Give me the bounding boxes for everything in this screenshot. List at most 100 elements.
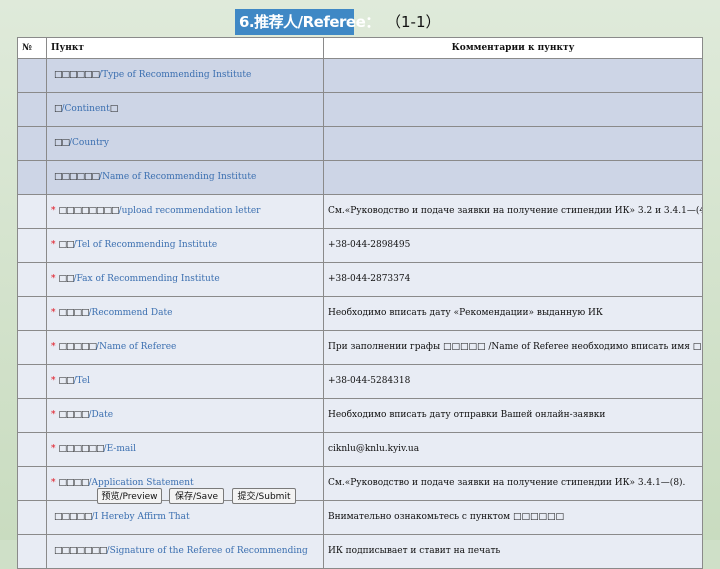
field-name-english: /Tel: [73, 376, 91, 386]
comment-cell: [323, 160, 703, 195]
form-button-bar: 预览/Preview 保存/Save 提交/Submit: [97, 485, 296, 507]
row-number-cell: [17, 296, 47, 331]
required-marker: *: [51, 342, 56, 352]
field-name-chinese: □□□□□□□□: [58, 206, 120, 216]
required-marker: *: [51, 308, 56, 318]
field-name-cell: * □□/Tel: [46, 364, 324, 399]
comment-cell: См.«Руководство и подаче заявки на получ…: [323, 466, 703, 501]
field-name-suffix: □: [109, 104, 118, 114]
field-name-english: /E-mail: [103, 444, 136, 454]
field-name-cell: * □□□□/Recommend Date: [46, 296, 324, 331]
comment-cell: Необходимо вписать дату «Рекомендации» в…: [323, 296, 703, 331]
field-name-chinese: □□□□□: [58, 342, 98, 352]
row-number-cell: [17, 364, 47, 399]
table-row: * □□□□□□□□/upload recommendation letter См…: [17, 194, 703, 229]
required-marker: *: [51, 274, 56, 284]
save-button[interactable]: 保存/Save: [169, 488, 224, 504]
field-name-english: /upload recommendation letter: [118, 206, 261, 216]
field-name-chinese: □□□□: [58, 478, 90, 488]
field-name-chinese: □□□□: [58, 410, 90, 420]
col-header-number: №: [17, 37, 47, 59]
field-name-cell: * □□□□□□□□/upload recommendation letter: [46, 194, 324, 229]
required-marker: *: [51, 376, 56, 386]
table-row: * □□/Fax of Recommending Institute +38-044…: [17, 262, 703, 297]
field-name-cell: □/Continent□: [46, 92, 324, 127]
comment-cell: [323, 126, 703, 161]
row-number-cell: [17, 466, 47, 501]
field-name-english: /Country: [69, 138, 109, 148]
field-name-chinese: □□: [58, 376, 75, 386]
field-name-chinese: □: [54, 104, 62, 114]
title-bar: 6.推荐人/Referee： （1-1）: [0, 0, 720, 37]
field-name-cell: □□□□□□/Type of Recommending Institute: [46, 58, 324, 93]
table-row: □□□□□□/Name of Recommending Institute: [17, 160, 703, 195]
field-name-chinese: □□□□: [58, 308, 90, 318]
required-marker: *: [51, 444, 56, 454]
row-number-cell: [17, 398, 47, 433]
table-row: □/Continent□: [17, 92, 703, 127]
comment-cell: [323, 58, 703, 93]
field-name-english: /Fax of Recommending Institute: [73, 274, 220, 284]
comment-cell: +38-044-2873374: [323, 262, 703, 297]
field-name-cell: * □□□□□□/E-mail: [46, 432, 324, 467]
field-name-cell: * □□□□/Date: [46, 398, 324, 433]
field-name-cell: * □□/Fax of Recommending Institute: [46, 262, 324, 297]
table-row: □□/Country: [17, 126, 703, 161]
table-header-row: № Пункт Комментарии к пункту: [17, 37, 703, 59]
field-name-cell: □□□□□□/Name of Recommending Institute: [46, 160, 324, 195]
row-number-cell: [17, 330, 47, 365]
table-row: □□□□□□/Type of Recommending Institute: [17, 58, 703, 93]
table-row: * □□□□/Recommend Date Необходимо вписать д…: [17, 296, 703, 331]
field-name-chinese: □□: [54, 138, 70, 148]
comment-cell: [323, 92, 703, 127]
required-marker: *: [51, 206, 56, 216]
submit-button[interactable]: 提交/Submit: [232, 488, 296, 504]
table-row: * □□□□□/Name of Referee При заполнении гра…: [17, 330, 703, 365]
row-number-cell: [17, 432, 47, 467]
field-name-chinese: □□□□□□□: [54, 546, 108, 556]
row-number-cell: [17, 262, 47, 297]
field-name-cell: □□/Country: [46, 126, 324, 161]
required-marker: *: [51, 478, 56, 488]
row-number-cell: [17, 500, 47, 535]
table-row: * □□/Tel of Recommending Institute +38-044…: [17, 228, 703, 263]
field-name-english: /Type of Recommending Institute: [99, 70, 252, 80]
field-name-chinese: □□□□□: [54, 512, 93, 522]
field-name-cell: * □□□□□/Name of Referee: [46, 330, 324, 365]
row-number-cell: [17, 58, 47, 93]
comment-cell: Внимательно ознакомьтесь с пунктом □□□□□…: [323, 500, 703, 535]
table-row: * □□□□/Date Необходимо вписать дату отпра…: [17, 398, 703, 433]
comment-cell: При заполнении графы □□□□□ /Name of Refe…: [323, 330, 703, 365]
row-number-cell: [17, 92, 47, 127]
field-name-english: /Recommend Date: [88, 308, 173, 318]
field-name-chinese: □□□□□□: [54, 70, 100, 80]
field-name-chinese: □□: [58, 274, 75, 284]
row-number-cell: [17, 228, 47, 263]
comment-cell: ciknlu@knlu.kyiv.ua: [323, 432, 703, 467]
row-number-cell: [17, 160, 47, 195]
preview-button[interactable]: 预览/Preview: [97, 488, 162, 504]
page-indicator: （1-1）: [386, 13, 441, 31]
field-name-english: /Tel of Recommending Institute: [73, 240, 218, 250]
field-name-english: /Continent: [61, 104, 110, 114]
field-name-cell: * □□/Tel of Recommending Institute: [46, 228, 324, 263]
field-name-english: /Name of Recommending Institute: [99, 172, 257, 182]
field-name-chinese: □□□□□□: [54, 172, 100, 182]
table-row: * □□□□□□/E-mail ciknlu@knlu.kyiv.ua: [17, 432, 703, 467]
row-number-cell: [17, 194, 47, 229]
field-name-english: /Date: [88, 410, 114, 420]
required-marker: *: [51, 240, 56, 250]
required-marker: *: [51, 410, 56, 420]
field-name-chinese: □□□□□□: [58, 444, 105, 454]
col-header-comment: Комментарии к пункту: [323, 37, 703, 59]
comment-cell: +38-044-5284318: [323, 364, 703, 399]
field-name-english: /I Hereby Affirm That: [91, 512, 190, 522]
field-name-chinese: □□: [58, 240, 75, 250]
row-number-cell: [17, 126, 47, 161]
comment-cell: См.«Руководство и подаче заявки на получ…: [323, 194, 703, 229]
table-row: * □□/Tel +38-044-5284318: [17, 364, 703, 399]
field-name-english: /Name of Referee: [96, 342, 177, 352]
section-title: 6.推荐人/Referee：: [235, 9, 380, 35]
col-header-item: Пункт: [46, 37, 324, 59]
comment-cell: Необходимо вписать дату отправки Вашей о…: [323, 398, 703, 433]
